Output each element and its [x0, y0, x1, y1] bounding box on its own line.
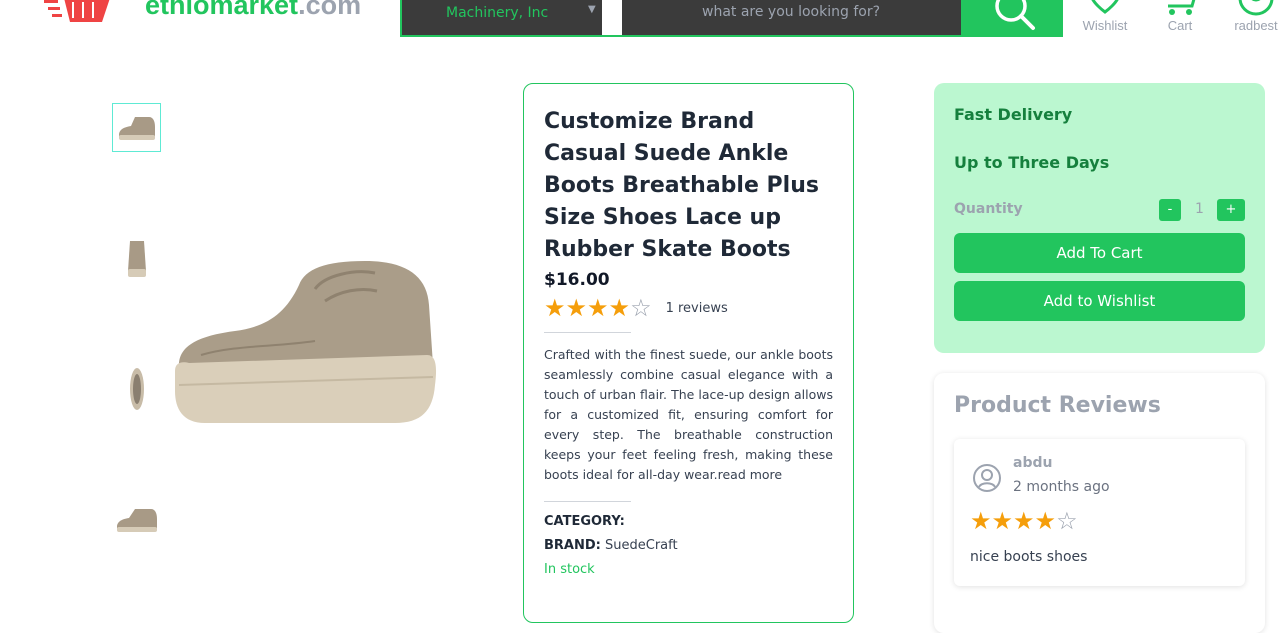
quantity-value[interactable]: 1 [1195, 201, 1204, 217]
star-filled-icon: ★ [970, 507, 992, 535]
brand-logo-text[interactable]: ethiomarket.com [145, 0, 361, 21]
search-input[interactable]: what are you looking for? [622, 0, 962, 35]
user-icon [1238, 0, 1274, 16]
review-item: abdu 2 months ago ★★★★☆ nice boots shoes [954, 439, 1245, 586]
nav-account[interactable]: radbest [1231, 0, 1281, 33]
purchase-card: Fast Delivery Up to Three Days Quantity … [934, 83, 1265, 353]
nav-cart-label: Cart [1167, 18, 1193, 33]
product-reviews-card: Product Reviews abdu 2 months ago ★★★★☆ … [934, 373, 1265, 633]
boot-sole-thumbnail-image [129, 367, 144, 410]
product-category: CATEGORY: [544, 510, 833, 534]
product-thumbnail[interactable] [112, 103, 161, 152]
avatar-icon [973, 464, 1001, 492]
product-thumbnail[interactable] [112, 233, 161, 282]
cart-logo-icon[interactable] [44, 0, 114, 32]
brand-value: SuedeCraft [605, 538, 678, 553]
product-price: $16.00 [544, 270, 610, 290]
product-rating: ★★★★☆ 1 reviews [544, 296, 833, 320]
product-thumbnail[interactable] [112, 363, 161, 412]
chevron-down-icon: ▼ [588, 4, 596, 15]
heart-icon [1091, 0, 1119, 14]
divider [544, 332, 631, 333]
quantity-decrease-button[interactable]: - [1159, 199, 1181, 221]
product-thumbnail[interactable] [112, 495, 161, 544]
star-filled-icon: ★ [608, 294, 631, 322]
delivery-title: Fast Delivery [954, 105, 1073, 124]
rating-stars: ★★★★☆ [544, 296, 652, 320]
review-rating-stars: ★★★★☆ [970, 509, 1078, 533]
product-title: Customize Brand Casual Suede Ankle Boots… [544, 109, 819, 262]
reviews-heading: Product Reviews [954, 393, 1161, 418]
nav-account-label: radbest [1234, 18, 1278, 33]
star-empty-icon: ☆ [1056, 507, 1078, 535]
boot-thumbnail-image [118, 116, 155, 140]
divider [544, 501, 631, 502]
nav-wishlist[interactable]: Wishlist [1078, 0, 1132, 33]
review-count-link[interactable]: 1 reviews [666, 301, 728, 316]
star-filled-icon: ★ [565, 294, 588, 322]
quantity-stepper: Quantity - 1 + [954, 193, 1245, 233]
add-to-cart-button[interactable]: Add To Cart [954, 233, 1245, 273]
product-info-card: Customize Brand Casual Suede Ankle Boots… [523, 83, 854, 623]
product-main-image[interactable] [165, 245, 455, 445]
site-header: ethiomarket.com Machinery, Inc ▼ what ar… [0, 0, 1287, 40]
star-empty-icon: ☆ [630, 294, 652, 322]
quantity-increase-button[interactable]: + [1217, 199, 1245, 221]
star-filled-icon: ★ [1013, 507, 1035, 535]
delivery-time: Up to Three Days [954, 153, 1110, 172]
star-filled-icon: ★ [587, 294, 609, 322]
stock-status: In stock [544, 562, 595, 577]
search-bar: Machinery, Inc ▼ what are you looking fo… [400, 0, 1063, 37]
category-selected-value: Machinery, Inc [446, 5, 549, 21]
cart-icon [1168, 0, 1196, 15]
boot-back-thumbnail-image [127, 240, 146, 277]
star-filled-icon: ★ [1034, 507, 1057, 535]
nav-cart[interactable]: Cart [1160, 0, 1200, 33]
review-date: 2 months ago [1013, 479, 1110, 495]
search-divider [602, 0, 622, 35]
description-text: Crafted with the finest suede, our ankle… [544, 347, 833, 482]
star-filled-icon: ★ [991, 507, 1014, 535]
review-text: nice boots shoes [970, 549, 1088, 565]
product-brand: BRAND: SuedeCraft [544, 534, 833, 558]
brand-tld: .com [298, 0, 362, 20]
star-filled-icon: ★ [544, 294, 566, 322]
brand-label: BRAND: [544, 538, 601, 553]
search-button[interactable] [961, 0, 1061, 35]
search-icon [995, 0, 1035, 30]
read-more-link[interactable]: read more [718, 467, 783, 482]
brand-name: ethiomarket [145, 0, 299, 20]
search-placeholder: what are you looking for? [702, 4, 881, 20]
quantity-label: Quantity [954, 201, 1023, 217]
category-label: CATEGORY: [544, 514, 625, 529]
nav-wishlist-label: Wishlist [1082, 18, 1128, 33]
category-select[interactable]: Machinery, Inc [402, 0, 602, 35]
product-description: Crafted with the finest suede, our ankle… [544, 345, 833, 485]
boot-thumbnail-image [116, 508, 157, 532]
add-to-wishlist-button[interactable]: Add to Wishlist [954, 281, 1245, 321]
reviewer-name: abdu [1013, 455, 1053, 471]
